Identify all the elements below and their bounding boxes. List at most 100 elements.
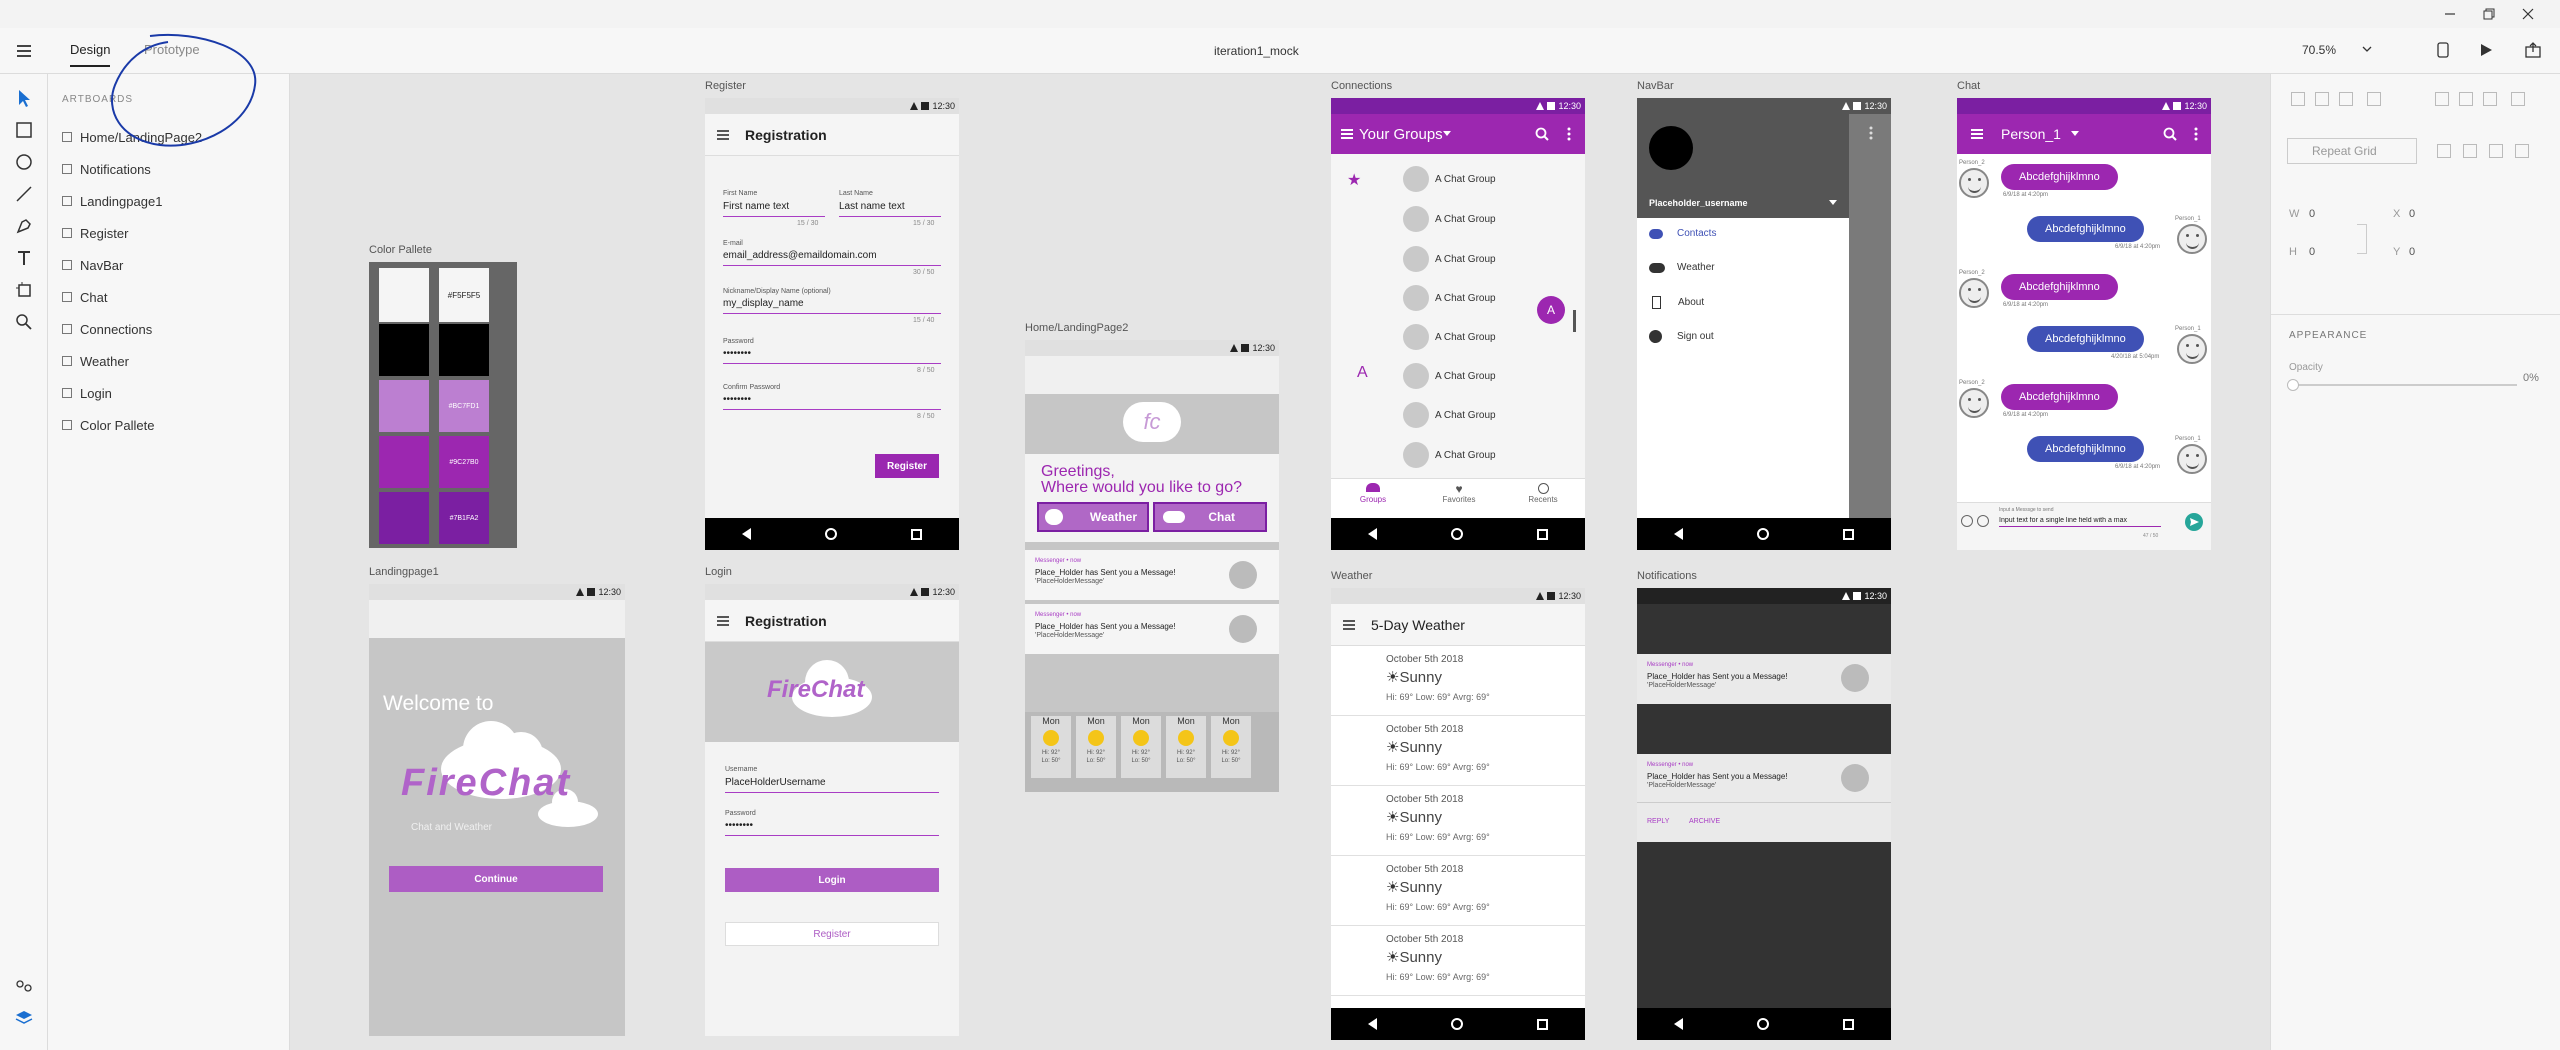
- recents-icon[interactable]: [911, 528, 922, 540]
- layer-item-login[interactable]: Login: [62, 382, 112, 404]
- dropdown-icon[interactable]: [1829, 200, 1837, 206]
- list-item[interactable]: A Chat Group: [1403, 324, 1496, 350]
- distribute-center-icon[interactable]: [2459, 92, 2473, 106]
- recents-icon[interactable]: [1843, 1018, 1854, 1030]
- hamburger-menu-icon[interactable]: [1971, 129, 1983, 139]
- layer-item-connections[interactable]: Connections: [62, 318, 152, 340]
- home-icon[interactable]: [1451, 528, 1463, 540]
- drawer-item-contacts[interactable]: Contacts: [1649, 228, 1839, 239]
- share-icon[interactable]: [2525, 42, 2541, 58]
- home-icon[interactable]: [825, 528, 837, 540]
- reply-button[interactable]: REPLY: [1647, 818, 1669, 825]
- y-field[interactable]: 0: [2409, 246, 2415, 258]
- notification-card-expanded[interactable]: Messenger • now Place_Holder has Sent yo…: [1637, 754, 1891, 842]
- recents-icon[interactable]: [1537, 1018, 1548, 1030]
- chat-button[interactable]: Chat: [1153, 502, 1267, 532]
- artboard-color-pallete[interactable]: #F5F5F5 #BC7FD1 #9C27B0 #7B1FA2: [369, 262, 517, 548]
- group-icon[interactable]: [2437, 144, 2451, 158]
- opacity-value[interactable]: 0%: [2523, 372, 2539, 384]
- continue-button[interactable]: Continue: [389, 866, 603, 892]
- more-icon[interactable]: [2194, 127, 2198, 141]
- drawer-item-about[interactable]: About: [1649, 296, 1839, 309]
- repeat-grid-button[interactable]: Repeat Grid: [2287, 138, 2417, 164]
- distribute-left-icon[interactable]: [2435, 92, 2449, 106]
- layer-item-chat[interactable]: Chat: [62, 286, 107, 308]
- home-icon[interactable]: [1757, 1018, 1769, 1030]
- align-left-icon[interactable]: [2291, 92, 2305, 106]
- attach-icon[interactable]: [1961, 515, 1973, 527]
- layer-item-landingpage1[interactable]: Landingpage1: [62, 190, 162, 212]
- hamburger-menu-icon[interactable]: [1341, 129, 1353, 139]
- layers-icon[interactable]: [14, 1008, 34, 1028]
- password-field[interactable]: ••••••••: [725, 820, 753, 831]
- width-field[interactable]: 0: [2309, 208, 2315, 220]
- list-item[interactable]: A Chat Group: [1403, 402, 1496, 428]
- hamburger-menu-icon[interactable]: [717, 129, 729, 140]
- artboard-register[interactable]: 12:30 Registration First Name First name…: [705, 98, 959, 550]
- notification-card[interactable]: Messenger • now Place_Holder has Sent yo…: [1025, 550, 1279, 600]
- select-tool-icon[interactable]: [14, 88, 34, 108]
- distribute-top-icon[interactable]: [2511, 92, 2525, 106]
- layer-item-navbar[interactable]: NavBar: [62, 254, 123, 276]
- assets-icon[interactable]: [14, 976, 34, 996]
- play-icon[interactable]: [2479, 43, 2493, 57]
- last-name-field[interactable]: Last name text: [839, 201, 905, 212]
- ellipse-tool-icon[interactable]: [14, 152, 34, 172]
- home-icon[interactable]: [1757, 528, 1769, 540]
- dropdown-icon[interactable]: [1443, 131, 1451, 137]
- hamburger-menu-icon[interactable]: [717, 615, 729, 626]
- opacity-slider-handle[interactable]: [2287, 379, 2299, 391]
- back-icon[interactable]: [1674, 1018, 1683, 1030]
- message-bubble[interactable]: Abcdefghijklmno: [2001, 384, 2118, 410]
- list-item[interactable]: A Chat Group: [1403, 246, 1496, 272]
- artboard-home-landingpage2[interactable]: 12:30 fc Greetings, Where would you like…: [1025, 340, 1279, 792]
- align-right-icon[interactable]: [2339, 92, 2353, 106]
- lock-aspect-icon[interactable]: [2357, 224, 2367, 254]
- drawer-item-weather[interactable]: Weather: [1649, 262, 1839, 273]
- layer-item-color-pallete[interactable]: Color Pallete: [62, 414, 154, 436]
- chevron-down-icon[interactable]: [2362, 45, 2372, 53]
- register-button[interactable]: Register: [875, 454, 939, 478]
- message-bubble[interactable]: Abcdefghijklmno: [2027, 326, 2144, 352]
- ungroup-icon[interactable]: [2463, 144, 2477, 158]
- x-field[interactable]: 0: [2409, 208, 2415, 220]
- device-preview-icon[interactable]: [2437, 42, 2449, 58]
- recents-icon[interactable]: [1843, 528, 1854, 540]
- dropdown-icon[interactable]: [2071, 131, 2079, 137]
- hamburger-menu-icon[interactable]: [1343, 619, 1355, 630]
- email-field[interactable]: email_address@emaildomain.com: [723, 250, 877, 261]
- message-input[interactable]: Input text for a single line field with …: [1999, 517, 2161, 527]
- register-button[interactable]: Register: [725, 922, 939, 946]
- minimize-icon[interactable]: [2444, 8, 2456, 20]
- fab-button[interactable]: A: [1537, 296, 1565, 324]
- close-icon[interactable]: [2522, 8, 2534, 20]
- more-icon[interactable]: [1567, 127, 1571, 141]
- back-icon[interactable]: [742, 528, 751, 540]
- artboard-chat[interactable]: 12:30 Person_1 Person_2 Abcdefghijklmno …: [1957, 98, 2211, 550]
- message-bubble[interactable]: Abcdefghijklmno: [2001, 274, 2118, 300]
- tab-favorites[interactable]: ♥ Favorites: [1437, 483, 1481, 504]
- list-item[interactable]: A Chat Group: [1403, 363, 1496, 389]
- message-bubble[interactable]: Abcdefghijklmno: [2027, 436, 2144, 462]
- artboard-login[interactable]: 12:30 Registration FireChat Username Pla…: [705, 584, 959, 1036]
- artboard-tool-icon[interactable]: [14, 280, 34, 300]
- tab-recents[interactable]: Recents: [1523, 483, 1563, 504]
- archive-button[interactable]: ARCHIVE: [1689, 818, 1720, 825]
- opacity-slider[interactable]: [2291, 384, 2517, 386]
- layer-item-weather[interactable]: Weather: [62, 350, 129, 372]
- nickname-field[interactable]: my_display_name: [723, 298, 804, 309]
- confirm-password-field[interactable]: ••••••••: [723, 394, 751, 405]
- distribute-right-icon[interactable]: [2483, 92, 2497, 106]
- rectangle-tool-icon[interactable]: [14, 120, 34, 140]
- artboard-weather[interactable]: 12:30 5-Day Weather October 5th 2018 ☀Sun…: [1331, 588, 1585, 1040]
- artboard-landingpage1[interactable]: 12:30 Welcome to FireChat Chat and Weath…: [369, 584, 625, 1036]
- first-name-field[interactable]: First name text: [723, 201, 789, 212]
- align-center-icon[interactable]: [2315, 92, 2329, 106]
- tab-groups[interactable]: Groups: [1353, 483, 1393, 504]
- pen-tool-icon[interactable]: [14, 216, 34, 236]
- text-tool-icon[interactable]: [14, 248, 34, 268]
- list-item[interactable]: A Chat Group: [1403, 206, 1496, 232]
- home-icon[interactable]: [1451, 1018, 1463, 1030]
- height-field[interactable]: 0: [2309, 246, 2315, 258]
- back-icon[interactable]: [1674, 528, 1683, 540]
